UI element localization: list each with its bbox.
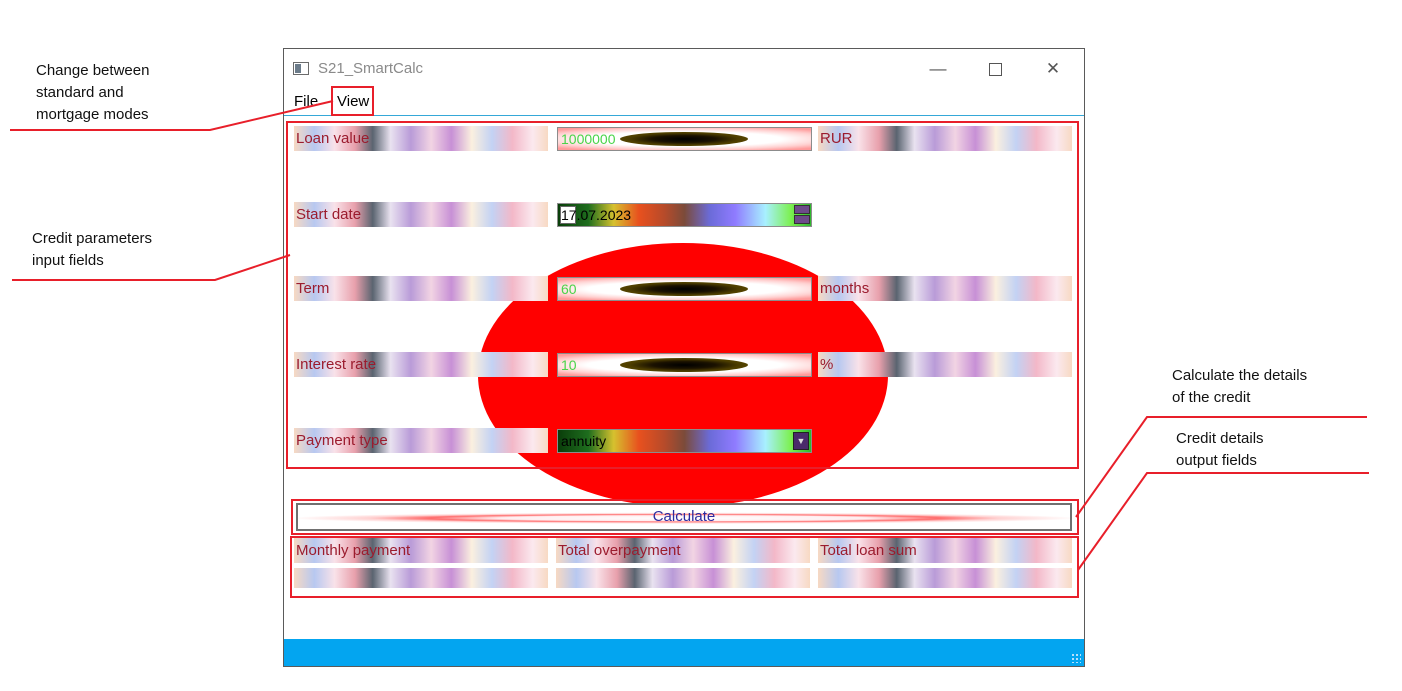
annotation-output-fields: Credit details output fields: [1176, 430, 1264, 469]
window-title: S21_SmartCalc: [318, 60, 424, 77]
annotation-calculate: Calculate the details of the credit: [1172, 367, 1308, 406]
annotation-input-fields: Credit parameters input fields: [32, 230, 153, 269]
menu-bar: File View: [284, 89, 1084, 116]
maximize-icon: [988, 63, 1002, 77]
app-icon: [293, 62, 309, 75]
menu-file[interactable]: File: [294, 93, 318, 110]
leader-line-output-fields: [1077, 472, 1369, 571]
annotation-box-calculate: [291, 499, 1079, 535]
annotation-mode-switch: Change between standard and mortgage mod…: [36, 62, 150, 123]
maximize-button[interactable]: [972, 55, 1018, 83]
annotation-box-view-menu: [331, 86, 374, 116]
status-bar: [284, 639, 1084, 666]
close-button[interactable]: ✕: [1030, 55, 1076, 83]
title-bar: S21_SmartCalc — ✕: [284, 49, 1084, 89]
annotation-box-output-fields: [290, 536, 1079, 598]
minimize-button[interactable]: —: [915, 55, 961, 83]
annotation-box-input-fields: [286, 121, 1079, 469]
resize-grip-icon[interactable]: [1071, 653, 1081, 663]
